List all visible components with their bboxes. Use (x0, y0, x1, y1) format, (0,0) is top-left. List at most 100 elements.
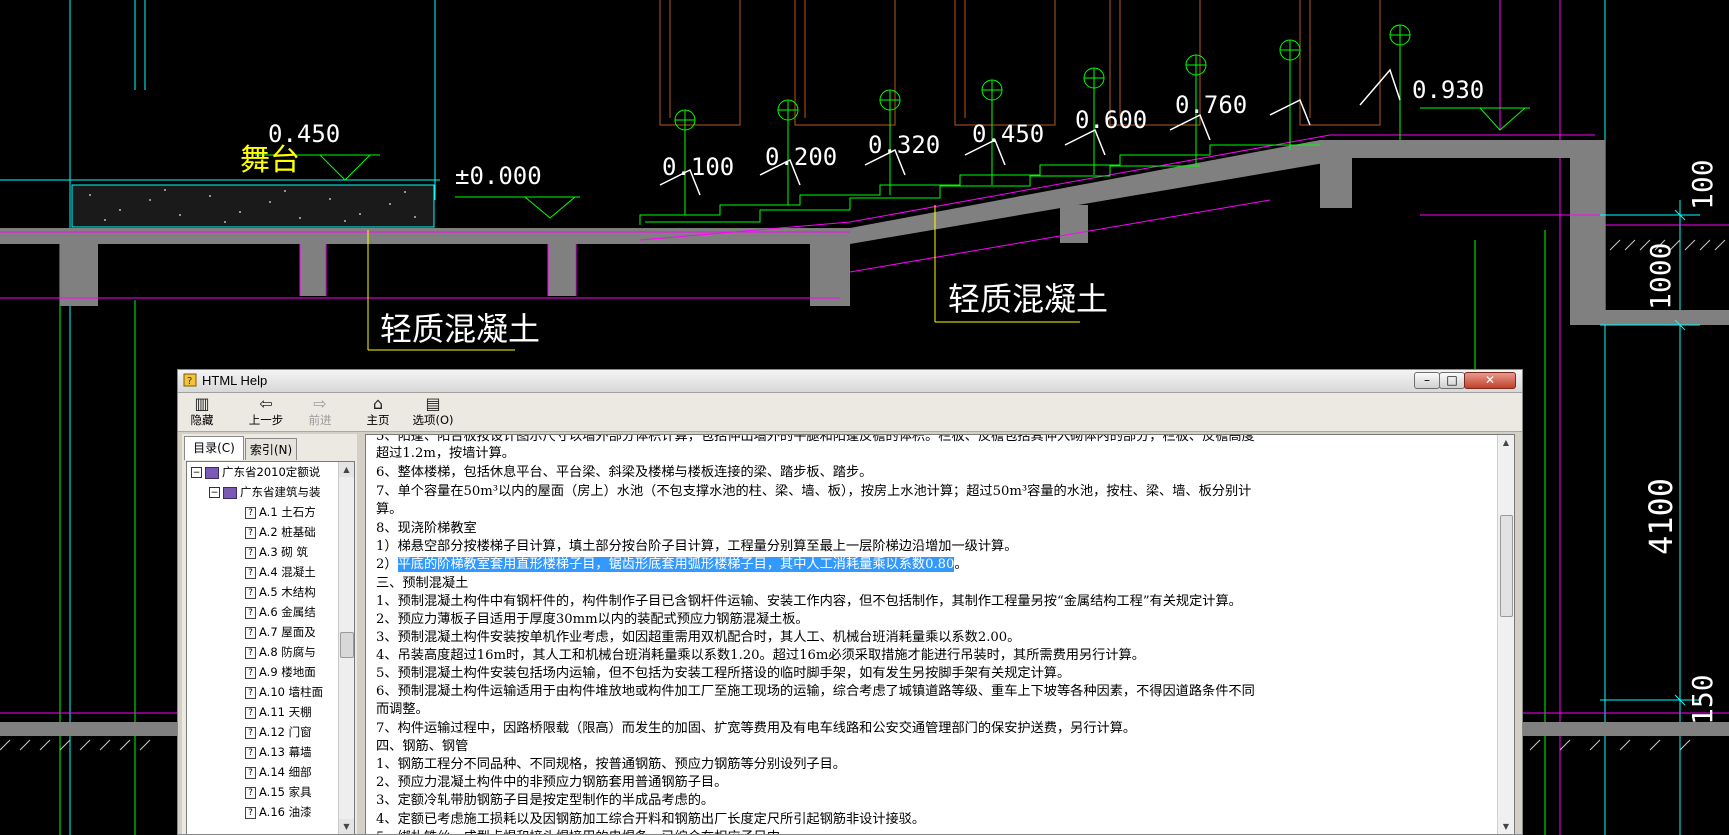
scroll-thumb[interactable] (1500, 515, 1513, 617)
hide-label: 隐藏 (190, 413, 214, 427)
options-button[interactable]: ▤ 选项(O) (408, 393, 458, 431)
home-button[interactable]: ⌂ 主页 (360, 393, 396, 431)
navigation-pane: 目录(C) 索引(N) − 广东省2010定额说 − 广东省建筑与装 ? A.1 土石… (182, 434, 357, 834)
tree-item[interactable]: ? A.10 墙柱面 (245, 682, 323, 702)
elevation-label: 0.760 (1175, 91, 1247, 119)
scroll-down-icon[interactable]: ▼ (1498, 819, 1514, 834)
elevation-label: ±0.000 (455, 162, 542, 190)
svg-text:?: ? (187, 376, 192, 387)
tree-item-label: A.14 细部 (259, 765, 312, 779)
content-line: 7、单个容量在50m³以内的屋面（房上）水池（不包支撑水池的柱、梁、墙、板），按… (376, 484, 1252, 499)
content-line: 2）平底的阶梯教室套用直形楼梯子目，锯齿形底套用弧形楼梯子目，其中人工消耗量乘以… (376, 556, 968, 574)
scroll-thumb[interactable] (340, 632, 354, 658)
dimension-label: 150 (1686, 674, 1719, 725)
content-line: 6、整体楼梯，包括休息平台、平台梁、斜梁及楼梯与楼板连接的梁、踏步板、踏步。 (376, 465, 873, 480)
help-page-icon: ? (245, 686, 256, 699)
content-line: 6、预制混凝土构件运输适用于由构件堆放地或构件加工厂至施工现场的运输，综合考虑了… (376, 684, 1255, 699)
tree-item[interactable]: ? A.9 楼地面 (245, 662, 316, 682)
content-scrollbar[interactable]: ▲ ▼ (1497, 435, 1514, 834)
collapse-icon[interactable]: − (209, 487, 220, 498)
tree-scrollbar[interactable]: ▲ ▼ (338, 462, 354, 834)
help-page-icon: ? (245, 706, 256, 719)
tree-item-label: A.12 门窗 (259, 725, 312, 739)
maximize-button[interactable]: □ (1439, 372, 1465, 389)
back-arrow-icon: ⇦ (259, 394, 273, 413)
help-page-icon: ? (245, 766, 256, 779)
tab-index[interactable]: 索引(N) (245, 438, 297, 460)
tree-item[interactable]: ? A.6 金属结 (245, 602, 316, 622)
tree-item[interactable]: ? A.5 木结构 (245, 582, 316, 602)
help-page-icon: ? (245, 526, 256, 539)
help-page-icon: ? (245, 806, 256, 819)
home-icon: ⌂ (372, 394, 384, 413)
content-line: 1、钢筋工程分不同品种、不同规格，按普通钢筋、预应力钢筋等分别设列子目。 (376, 757, 846, 772)
topic-text: 5、阳蓬、阳台板按设计图示尺寸以墙外部分体积计算，包括伸出墙外的牛腿和阳蓬反檐的… (366, 435, 1498, 834)
tree-item[interactable]: ? A.15 家具 (245, 782, 312, 802)
help-page-icon: ? (245, 506, 256, 519)
tree-item[interactable]: ? A.11 天棚 (245, 702, 312, 722)
tree-item-label: A.7 屋面及 (259, 625, 316, 639)
help-book-icon: ? (183, 373, 197, 387)
title-bar[interactable]: ? HTML Help – □ ✕ (178, 370, 1522, 393)
help-page-icon: ? (245, 666, 256, 679)
tree-item[interactable]: ? A.7 屋面及 (245, 622, 316, 642)
content-line: 超过1.2m，按墙计算。 (376, 446, 515, 461)
tree-item[interactable]: ? A.14 细部 (245, 762, 312, 782)
selected-text[interactable]: 平底的阶梯教室套用直形楼梯子目，锯齿形底套用弧形楼梯子目，其中人工消耗量乘以系数… (397, 557, 955, 572)
tree-item-label: A.10 墙柱面 (259, 685, 324, 699)
hide-icon: ▥ (194, 394, 210, 413)
tab-contents[interactable]: 目录(C) (184, 436, 244, 460)
tree-item-label: A.11 天棚 (259, 705, 312, 719)
topic-content-pane[interactable]: 5、阳蓬、阳台板按设计图示尺寸以墙外部分体积计算，包括伸出墙外的牛腿和阳蓬反檐的… (365, 434, 1515, 834)
help-page-icon: ? (245, 726, 256, 739)
options-icon: ▤ (425, 394, 441, 413)
tree-item[interactable]: − 广东省建筑与装 (209, 482, 321, 502)
stage-label: 舞台 (240, 143, 300, 178)
elevation-label: 0.100 (662, 153, 734, 181)
content-line: 8、现浇阶梯教室 (376, 521, 477, 536)
help-page-icon: ? (245, 546, 256, 559)
help-page-icon: ? (245, 746, 256, 759)
back-label: 上一步 (248, 413, 284, 427)
collapse-icon[interactable]: − (191, 467, 202, 478)
content-line: 4、定额已考虑施工损耗以及因钢筋加工综合开料和钢筋出厂长度定尺所引起钢筋非设计接… (376, 812, 926, 827)
tree-item[interactable]: − 广东省2010定额说 (191, 462, 320, 482)
forward-button[interactable]: ⇨ 前进 (300, 393, 340, 431)
tree-item-label: A.8 防腐与 (259, 645, 316, 659)
scroll-down-icon[interactable]: ▼ (339, 819, 354, 834)
tree-item[interactable]: ? A.1 土石方 (245, 502, 316, 522)
tree-item-label: A.1 土石方 (259, 505, 316, 519)
close-button[interactable]: ✕ (1464, 372, 1516, 389)
dimension-label: 4100 (1642, 478, 1680, 555)
content-line: 算。 (376, 502, 403, 517)
tree-item[interactable]: ? A.2 桩基础 (245, 522, 316, 542)
hide-button[interactable]: ▥ 隐藏 (182, 393, 222, 431)
toolbar: ▥ 隐藏 ⇦ 上一步 ⇨ 前进 ⌂ 主页 ▤ 选项(O) (178, 393, 1522, 432)
content-line: 7、构件运输过程中，因路桥限载（限高）而发生的加固、扩宽等费用及有电车线路和公安… (376, 721, 1137, 736)
tree-item[interactable]: ? A.3 砌 筑 (245, 542, 308, 562)
tree-item-label: 广东省建筑与装 (240, 485, 321, 499)
help-page-icon: ? (245, 626, 256, 639)
tree-item[interactable]: ? A.16 油漆 (245, 802, 312, 822)
contents-tree[interactable]: − 广东省2010定额说 − 广东省建筑与装 ? A.1 土石方 ? A.2 桩基础 ?… (186, 461, 355, 834)
tree-item[interactable]: ? A.12 门窗 (245, 722, 312, 742)
tree-item-label: A.16 油漆 (259, 805, 312, 819)
content-line: 三、预制混凝土 (376, 576, 469, 591)
content-line: 5、绑扎铁丝、成型点焊和接头焊接用的电焊条，已综合在相应子目内。 (376, 829, 793, 834)
minimize-button[interactable]: – (1414, 372, 1440, 389)
elevation-label: 0.600 (1075, 106, 1147, 134)
html-help-window[interactable]: ? HTML Help – □ ✕ ▥ 隐藏 ⇦ 上一步 ⇨ 前进 ⌂ 主页 ▤… (177, 369, 1523, 835)
help-page-icon: ? (245, 566, 256, 579)
minimize-icon: – (1424, 373, 1430, 387)
tree-item[interactable]: ? A.13 幕墙 (245, 742, 312, 762)
back-button[interactable]: ⇦ 上一步 (242, 393, 290, 431)
scroll-up-icon[interactable]: ▲ (1498, 435, 1514, 451)
content-line: 2、预应力薄板子目适用于厚度30mm以内的装配式预应力钢筋混凝土板。 (376, 612, 809, 627)
tree-item-label: A.4 混凝土 (259, 565, 316, 579)
content-line: 四、钢筋、钢管 (376, 739, 469, 754)
elevation-label: 0.450 (972, 120, 1044, 148)
tree-item-label: A.3 砌 筑 (259, 545, 308, 559)
tree-item[interactable]: ? A.4 混凝土 (245, 562, 316, 582)
tree-item[interactable]: ? A.8 防腐与 (245, 642, 316, 662)
scroll-up-icon[interactable]: ▲ (339, 462, 354, 477)
